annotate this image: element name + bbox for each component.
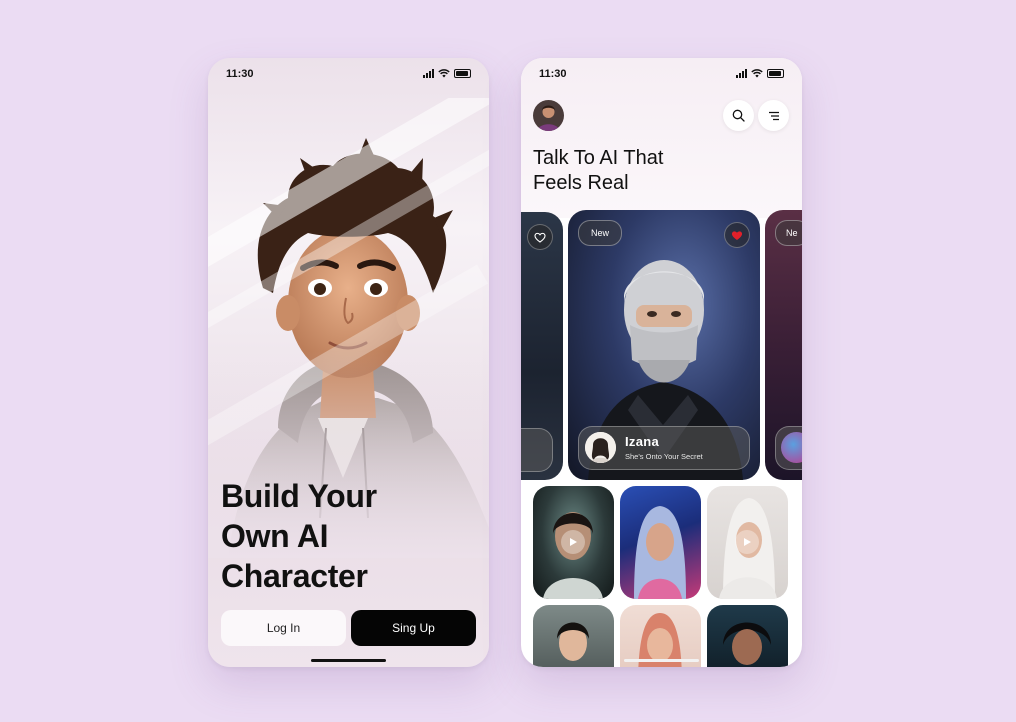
favorite-button-active[interactable] (724, 222, 750, 248)
home-indicator (311, 659, 386, 662)
signup-button[interactable]: Sing Up (351, 610, 476, 646)
character-thumbnail[interactable] (620, 605, 701, 667)
character-thumbnail[interactable] (620, 486, 701, 599)
feed-title-line-1: Talk To AI That (533, 147, 664, 169)
onboarding-title: Build Your Own AI Character (221, 476, 441, 596)
character-name-chip[interactable]: Izana She's Onto Your Secret (578, 426, 750, 470)
search-button[interactable] (723, 100, 754, 131)
new-badge[interactable]: New (578, 220, 623, 246)
wifi-icon (751, 69, 763, 78)
new-badge[interactable]: Ne (775, 220, 802, 246)
search-icon (732, 109, 745, 122)
menu-icon (768, 111, 779, 120)
status-time: 11:30 (226, 68, 254, 80)
heart-icon (731, 230, 743, 240)
title-line-1: Build Your (221, 478, 377, 514)
title-line-2: Own AI (221, 518, 329, 554)
signal-icon (736, 69, 747, 78)
battery-icon (454, 69, 471, 78)
character-card-next[interactable]: Ne (765, 210, 802, 480)
status-bar: 11:30 (208, 68, 489, 82)
play-button[interactable] (561, 530, 585, 554)
character-card-featured[interactable]: New Izana She's Onto Your Secret (568, 210, 760, 480)
favorite-button[interactable] (527, 224, 553, 250)
feed-screen: 11:30 Talk To AI That Feels Real New Iza… (521, 58, 802, 667)
play-icon (743, 538, 751, 546)
home-indicator (624, 659, 699, 662)
play-icon (569, 538, 577, 546)
character-thumbnail[interactable] (533, 605, 614, 667)
title-line-3: Character (221, 558, 368, 594)
wifi-icon (438, 69, 450, 78)
onboarding-screen: 11:30 Build Your Own AI Character Log In… (208, 58, 489, 667)
signal-icon (423, 69, 434, 78)
profile-avatar[interactable] (533, 100, 564, 131)
heart-icon (534, 232, 546, 243)
character-thumbnail[interactable] (707, 605, 788, 667)
character-thumbnail[interactable] (707, 486, 788, 599)
character-card-prev[interactable] (521, 212, 563, 480)
play-button[interactable] (735, 530, 759, 554)
menu-button[interactable] (758, 100, 789, 131)
login-button[interactable]: Log In (221, 610, 346, 646)
character-tagline: She's Onto Your Secret (625, 452, 703, 461)
feed-title-line-2: Feels Real (533, 172, 629, 194)
character-avatar (585, 432, 616, 463)
character-name: Izana (625, 434, 660, 449)
character-thumbnail[interactable] (533, 486, 614, 599)
battery-icon (767, 69, 784, 78)
feed-title: Talk To AI That Feels Real (533, 146, 753, 196)
status-time: 11:30 (539, 68, 567, 80)
status-bar: 11:30 (521, 68, 802, 82)
